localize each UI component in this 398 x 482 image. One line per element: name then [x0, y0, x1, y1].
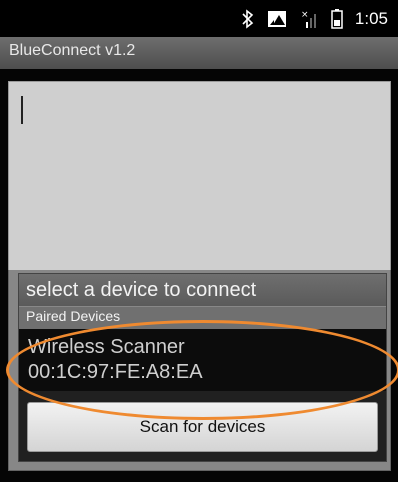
signal-icon: ×: [301, 9, 319, 29]
paired-devices-label: Paired Devices: [26, 308, 121, 324]
app-title: BlueConnect v1.2: [9, 42, 136, 59]
device-address: 00:1C:97:FE:A8:EA: [28, 361, 203, 383]
status-bar: × 1:05: [0, 0, 398, 37]
device-select-dialog: select a device to connect Paired Device…: [18, 273, 387, 462]
scan-for-devices-button[interactable]: Scan for devices: [27, 402, 378, 452]
app-title-bar: BlueConnect v1.2: [0, 37, 398, 70]
status-icons: × 1:05: [241, 8, 388, 30]
battery-icon: [331, 9, 343, 29]
data-icon: [267, 9, 289, 29]
svg-text:×: ×: [301, 10, 309, 20]
bluetooth-icon: [241, 8, 255, 30]
dialog-title-bar: select a device to connect: [19, 274, 386, 306]
device-list-item[interactable]: Wireless Scanner 00:1C:97:FE:A8:EA: [19, 329, 386, 391]
paired-devices-header: Paired Devices: [19, 306, 386, 329]
device-name: Wireless Scanner: [28, 336, 185, 358]
status-time: 1:05: [354, 9, 388, 28]
text-cursor: [21, 96, 23, 124]
dialog-title: select a device to connect: [26, 279, 257, 301]
